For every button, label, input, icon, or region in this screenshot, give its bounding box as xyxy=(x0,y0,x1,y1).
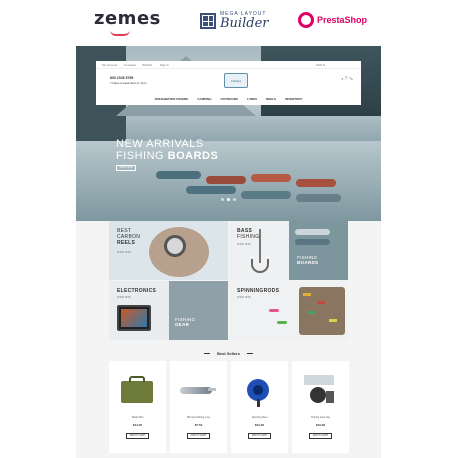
tile-shop-link[interactable]: SHOP NOW xyxy=(237,296,251,299)
tile-label-gear: FISHING GEAR xyxy=(175,317,196,328)
boat xyxy=(296,194,341,202)
add-to-cart-button[interactable]: ADD TO CART xyxy=(126,433,149,439)
lure xyxy=(329,319,337,322)
main-nav: FRESHWATER FISHING CAMPING OUTDOORS LURE… xyxy=(96,93,361,105)
add-to-cart-button[interactable]: ADD TO CART xyxy=(248,433,271,439)
prestashop-label: PrestaShop xyxy=(317,15,368,25)
boat xyxy=(295,239,330,245)
header-contact: 800 2345 6789 7 Days a week 9am to 7pm xyxy=(110,76,146,85)
site-header: My account Compare Wishlist Sign in USD … xyxy=(96,61,361,105)
slider-dots xyxy=(221,198,236,201)
product-card[interactable]: Spinning Reel $24.90 ADD TO CART xyxy=(231,361,288,453)
product-name[interactable]: Tackle Box xyxy=(109,416,166,419)
tile-label: SPINNINGRODS xyxy=(237,288,280,294)
boat xyxy=(296,179,336,187)
lure-image xyxy=(178,369,219,409)
nav-item[interactable]: LURES xyxy=(247,97,257,105)
top-link-signin[interactable]: Sign in xyxy=(160,63,169,67)
zemes-logo[interactable]: zemes xyxy=(94,8,161,29)
lure xyxy=(317,301,325,304)
boat xyxy=(206,176,246,184)
lure xyxy=(303,293,311,296)
best-sellers-title: Best Sellers xyxy=(217,351,240,356)
nav-item[interactable]: INVENTORY xyxy=(285,97,302,105)
hook-icon xyxy=(251,259,269,273)
reel-image xyxy=(239,369,280,409)
gear-set-image xyxy=(300,369,341,409)
tackle-box-image xyxy=(117,369,158,409)
header-icons[interactable]: ⌕ ♡ ⛍ xyxy=(341,76,353,82)
boat xyxy=(241,191,291,199)
mega-layout-builder-logo[interactable]: MEGA LAYOUT Builder xyxy=(200,12,268,30)
header-phone: 800 2345 6789 xyxy=(110,76,134,80)
tile-shop-link[interactable]: SHOP NOW xyxy=(117,296,131,299)
prestashop-logo[interactable]: PrestaShop xyxy=(298,12,367,28)
tile-shop-link[interactable]: SHOP NOW xyxy=(237,243,251,246)
tile-electronics[interactable]: ELECTRONICS SHOP NOW FISHING GEAR xyxy=(109,281,228,340)
add-to-cart-button[interactable]: ADD TO CART xyxy=(187,433,210,439)
tile-bass-fishing[interactable]: BASS FISHING SHOP NOW FISHING BOARDS xyxy=(229,221,348,280)
tile-label: BASS FISHING xyxy=(237,228,260,240)
top-link-wishlist[interactable]: Wishlist xyxy=(142,63,152,67)
currency-selector[interactable]: USD $ xyxy=(316,63,325,67)
reel-icon xyxy=(164,235,186,257)
product-price: $19.99 xyxy=(315,423,326,427)
top-link-account[interactable]: My account xyxy=(102,63,117,67)
brand-strip: zemes MEGA LAYOUT Builder PrestaShop xyxy=(0,0,458,44)
builder-label: Builder xyxy=(220,16,269,31)
zemes-smile-icon xyxy=(110,30,130,36)
hero-title-line1: NEW ARRIVALS xyxy=(116,138,204,150)
boat xyxy=(156,171,201,179)
hook-line xyxy=(259,229,261,263)
product-price: $24.90 xyxy=(254,423,265,427)
boat xyxy=(251,174,291,182)
boat xyxy=(186,186,236,194)
tile-label-boards: FISHING BOARDS xyxy=(297,255,319,266)
header-address: 7 Days a week 9am to 7pm xyxy=(110,80,147,85)
product-card[interactable]: Fishing Gear Set $19.99 ADD TO CART xyxy=(292,361,349,453)
product-card[interactable]: Minnow Fishing Lure $7.50 ADD TO CART xyxy=(170,361,227,453)
title-dash xyxy=(247,353,253,354)
tile-spinning-rods[interactable]: SPINNINGRODS SHOP NOW xyxy=(229,281,348,340)
site-logo[interactable]: Fishing xyxy=(224,73,248,88)
slider-dot[interactable] xyxy=(233,198,236,201)
tile-carbon-reels[interactable]: BEST CARBON REELS SHOP NOW xyxy=(109,221,228,280)
gear-image xyxy=(169,281,228,340)
hero-title-line2: FISHING BOARDS xyxy=(116,150,219,162)
lure xyxy=(307,311,315,314)
tile-shop-link[interactable]: SHOP NOW xyxy=(117,251,131,254)
grid-icon xyxy=(200,13,216,29)
hero-shop-now-button[interactable]: SHOP NOW xyxy=(116,165,136,171)
product-price: $14.20 xyxy=(132,423,143,427)
product-price: $7.50 xyxy=(194,423,203,427)
fish-finder-screen xyxy=(121,309,147,327)
nav-item[interactable]: OUTDOORS xyxy=(221,97,238,105)
product-name[interactable]: Fishing Gear Set xyxy=(292,416,349,419)
nav-item[interactable]: CAMPING xyxy=(197,97,211,105)
nav-item[interactable]: REELS xyxy=(266,97,276,105)
lure xyxy=(269,309,279,312)
add-to-cart-button[interactable]: ADD TO CART xyxy=(309,433,332,439)
tile-label: BEST CARBON REELS xyxy=(117,228,141,246)
product-card[interactable]: Tackle Box $14.20 ADD TO CART xyxy=(109,361,166,453)
product-list: Tackle Box $14.20 ADD TO CART Minnow Fis… xyxy=(109,361,349,453)
product-name[interactable]: Minnow Fishing Lure xyxy=(170,416,227,419)
category-tiles: BEST CARBON REELS SHOP NOW BASS FISHING SHO… xyxy=(109,221,349,341)
header-top-bar: My account Compare Wishlist Sign in USD … xyxy=(96,61,361,69)
site-preview: NEW ARRIVALS FISHING BOARDS SHOP NOW My … xyxy=(76,46,381,458)
slider-dot[interactable] xyxy=(221,198,224,201)
top-link-compare[interactable]: Compare xyxy=(124,63,136,67)
product-name[interactable]: Spinning Reel xyxy=(231,416,288,419)
slider-dot-active[interactable] xyxy=(227,198,230,201)
lure xyxy=(277,321,287,324)
nav-item[interactable]: FRESHWATER FISHING xyxy=(155,97,189,105)
tile-label: ELECTRONICS xyxy=(117,288,157,294)
prestashop-icon xyxy=(298,12,314,28)
boat xyxy=(295,229,330,235)
